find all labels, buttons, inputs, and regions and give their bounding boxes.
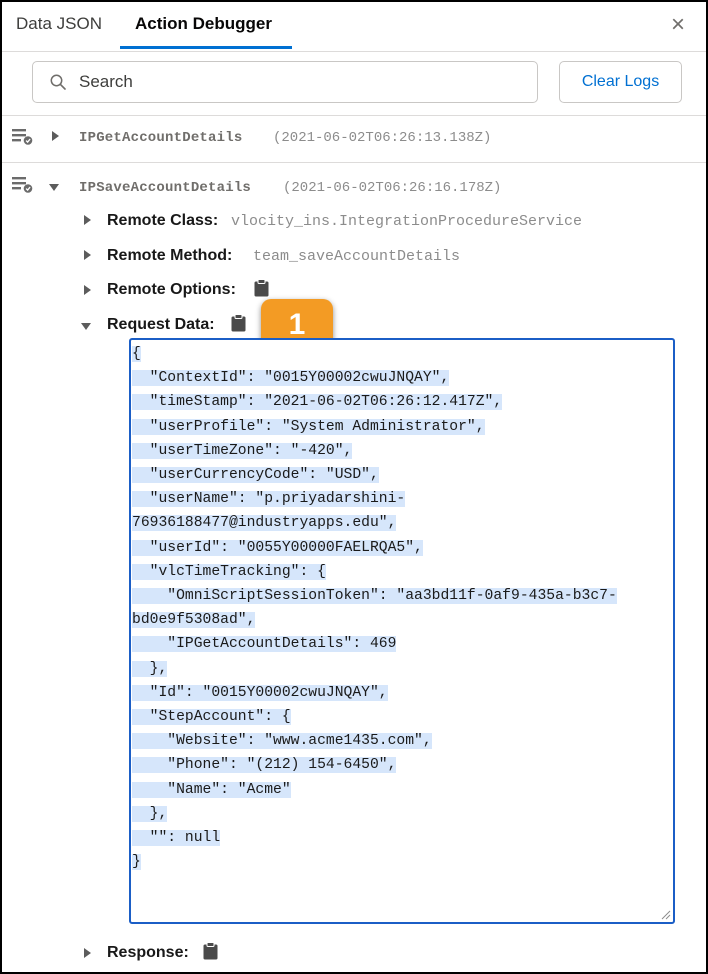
remote-method-label: Remote Method: [107, 247, 233, 264]
json-line: } [132, 854, 141, 871]
remote-class-value: vlocity_ins.IntegrationProcedureService [231, 213, 583, 230]
json-line: "ContextId": "0015Y00002cwuJNQAY", [132, 370, 450, 387]
tab-action-debugger[interactable]: Action Debugger [135, 14, 272, 34]
expand-caret-icon[interactable] [52, 131, 59, 141]
search-input[interactable] [77, 68, 517, 96]
expand-caret-icon[interactable] [84, 285, 91, 295]
remote-method-value: team_saveAccountDetails [253, 248, 461, 265]
response-label: Response: [107, 944, 189, 961]
json-line: "Website": "www.acme1435.com", [132, 733, 432, 750]
log-entry-icon [12, 129, 33, 145]
json-line: "OmniScriptSessionToken": "aa3bd11f-0af9… [132, 588, 617, 605]
divider [2, 115, 706, 116]
clipboard-icon[interactable] [231, 314, 246, 332]
json-line: "userName": "p.priyadarshini- [132, 491, 406, 508]
json-line: 76936188477@industryapps.edu", [132, 515, 397, 532]
tab-data-json[interactable]: Data JSON [16, 14, 102, 34]
active-tab-indicator [120, 46, 292, 49]
json-line: { [132, 346, 141, 362]
remote-options-label: Remote Options: [107, 281, 236, 298]
json-line: }, [132, 805, 168, 822]
divider [2, 162, 706, 163]
json-line: "Id": "0015Y00002cwuJNQAY", [132, 684, 388, 701]
json-line: }, [132, 660, 168, 677]
json-line: bd0e9f5308ad", [132, 612, 256, 629]
json-line: "Phone": "(212) 154-6450", [132, 757, 397, 774]
json-line: "timeStamp": "2021-06-02T06:26:12.417Z", [132, 394, 503, 411]
search-box [32, 61, 538, 103]
collapse-caret-icon[interactable] [81, 323, 91, 330]
json-line: "userCurrencyCode": "USD", [132, 467, 379, 484]
clipboard-icon[interactable] [254, 279, 269, 297]
json-line: "Name": "Acme" [132, 781, 291, 798]
request-data-label: Request Data: [107, 316, 215, 333]
resize-handle-icon[interactable] [659, 908, 671, 920]
request-json-text: { "ContextId": "0015Y00002cwuJNQAY", "ti… [132, 342, 617, 874]
clipboard-icon[interactable] [203, 942, 218, 960]
json-line: "userTimeZone": "-420", [132, 442, 353, 459]
json-line: "userId": "0055Y00000FAELRQA5", [132, 539, 423, 556]
collapse-caret-icon[interactable] [49, 184, 59, 191]
clear-logs-button[interactable]: Clear Logs [559, 61, 682, 103]
expand-caret-icon[interactable] [84, 250, 91, 260]
json-line: "": null [132, 830, 221, 847]
json-line: "StepAccount": { [132, 709, 291, 726]
json-line: "userProfile": "System Administrator", [132, 418, 485, 435]
json-line: "vlcTimeTracking": { [132, 563, 326, 580]
close-icon[interactable]: × [664, 12, 692, 40]
json-line: "IPGetAccountDetails": 469 [132, 636, 397, 653]
log-action-name[interactable]: IPSaveAccountDetails [79, 180, 251, 196]
log-timestamp: (2021-06-02T06:26:13.138Z) [273, 130, 492, 146]
tab-bar: Data JSON Action Debugger × [2, 2, 706, 52]
search-icon [50, 74, 66, 90]
log-entry-icon [12, 177, 33, 193]
remote-class-label: Remote Class: [107, 212, 219, 229]
log-action-name[interactable]: IPGetAccountDetails [79, 130, 242, 146]
request-data-textarea[interactable]: { "ContextId": "0015Y00002cwuJNQAY", "ti… [129, 338, 675, 924]
log-timestamp: (2021-06-02T06:26:16.178Z) [283, 180, 502, 196]
expand-caret-icon[interactable] [84, 948, 91, 958]
expand-caret-icon[interactable] [84, 215, 91, 225]
action-debugger-panel: Data JSON Action Debugger × Clear Logs I… [0, 0, 708, 974]
